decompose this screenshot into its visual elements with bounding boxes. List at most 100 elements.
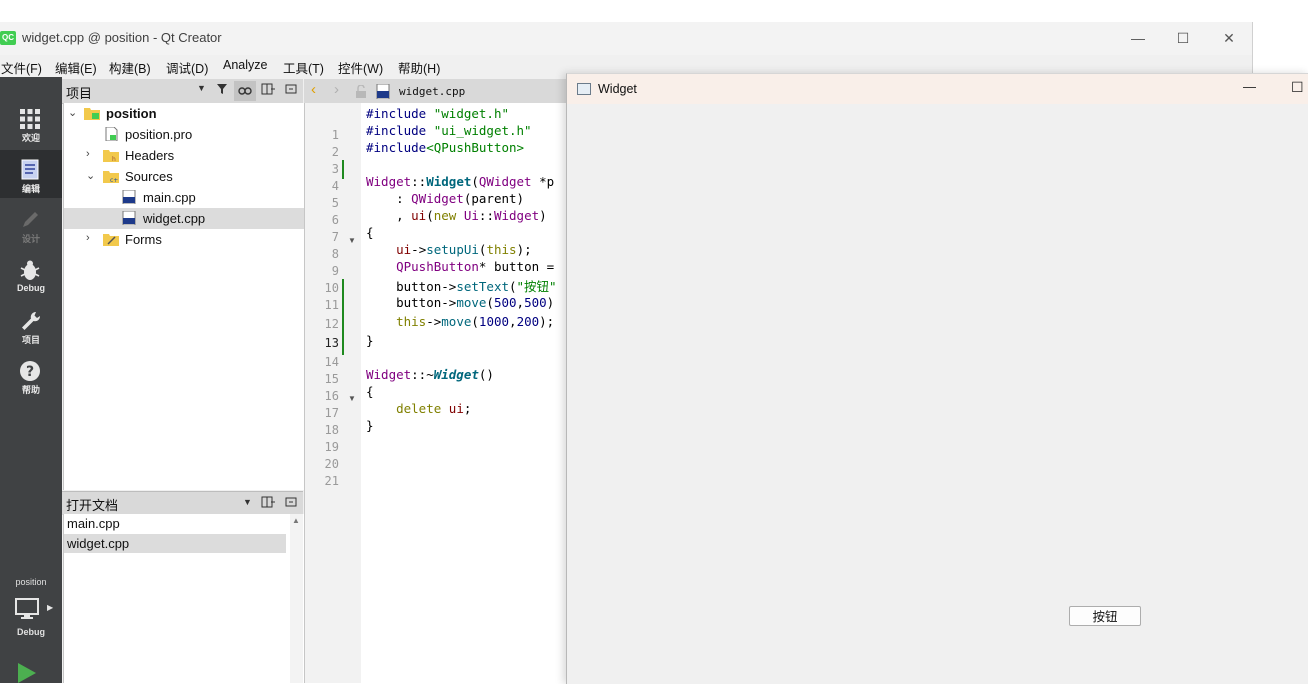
run-icon[interactable] xyxy=(16,662,38,683)
editor-file-tab[interactable]: widget.cpp xyxy=(399,85,465,98)
title-bar[interactable]: QC widget.cpp @ position - Qt Creator — … xyxy=(0,22,1252,55)
qt-creator-logo: QC xyxy=(0,31,16,45)
close-pane-icon[interactable] xyxy=(285,496,297,511)
kit-expand-icon: ▶ xyxy=(47,603,54,612)
document-icon xyxy=(21,159,39,180)
widget-window-title: Widget xyxy=(598,82,637,96)
code-line: } xyxy=(366,333,374,348)
menu-debug[interactable]: 调试(D) xyxy=(166,58,208,77)
code-line: button->setText("按钮" xyxy=(366,279,557,294)
filter-icon[interactable] xyxy=(216,83,228,98)
chevron-down-icon[interactable]: ⌄ xyxy=(86,169,95,182)
menu-help[interactable]: 帮助(H) xyxy=(398,58,440,77)
scrollbar[interactable]: ▲ xyxy=(290,514,303,683)
line-number: 2 xyxy=(331,145,339,159)
line-number: 12 xyxy=(324,317,339,331)
chevron-right-icon[interactable]: › xyxy=(86,148,90,160)
open-doc-main-cpp[interactable]: main.cpp xyxy=(64,514,286,533)
mode-welcome[interactable]: 欢迎 xyxy=(0,99,62,147)
line-number: 16 xyxy=(324,389,339,403)
line-number: 5 xyxy=(331,196,339,210)
fold-marker-icon[interactable]: ▼ xyxy=(348,236,356,245)
tree-item-main-cpp[interactable]: main.cpp xyxy=(64,187,304,208)
open-doc-widget-cpp[interactable]: widget.cpp xyxy=(64,534,286,553)
line-number: 7 xyxy=(331,230,339,244)
tree-item-sources[interactable]: ⌄ c+ Sources xyxy=(64,166,304,187)
back-arrow-icon[interactable]: ‹ xyxy=(311,81,316,98)
fold-marker-icon[interactable]: ▼ xyxy=(348,394,356,403)
open-docs-title[interactable]: 打开文档 xyxy=(66,495,118,514)
code-line: #include "ui_widget.h" xyxy=(366,123,532,138)
doc-label: main.cpp xyxy=(67,516,120,531)
split-icon[interactable] xyxy=(261,83,275,98)
line-number: 9 xyxy=(331,264,339,278)
grid-icon xyxy=(20,109,40,129)
mode-edit[interactable]: 编辑 xyxy=(0,150,62,198)
window-icon xyxy=(577,83,591,95)
tree-item-widget-cpp[interactable]: widget.cpp xyxy=(64,208,304,229)
line-number: 15 xyxy=(324,372,339,386)
project-folder-icon xyxy=(84,108,100,120)
mode-label-design: 设计 xyxy=(21,234,40,244)
tree-item-headers[interactable]: › h Headers xyxy=(64,145,304,166)
tree-label: position xyxy=(106,106,157,121)
maximize-button[interactable]: ☐ xyxy=(1168,26,1198,50)
mode-label-projects: 项目 xyxy=(21,335,40,345)
line-number: 3 xyxy=(331,162,339,176)
close-button[interactable]: ✕ xyxy=(1214,26,1244,50)
bug-icon xyxy=(20,260,40,280)
mode-label-debug: Debug xyxy=(17,283,45,293)
cpp-file-icon xyxy=(376,84,390,99)
tree-label: position.pro xyxy=(125,127,193,142)
menu-tools[interactable]: 工具(T) xyxy=(283,58,324,77)
line-number: 1 xyxy=(331,128,339,142)
mode-help[interactable]: ? 帮助 xyxy=(0,351,62,399)
kit-config: Debug xyxy=(17,627,45,637)
mode-debug[interactable]: Debug xyxy=(0,251,62,299)
dropdown-arrow-icon[interactable]: ▼ xyxy=(197,83,206,93)
menu-analyze[interactable]: Analyze xyxy=(223,58,267,72)
wrench-icon xyxy=(22,311,41,330)
line-number: 17 xyxy=(324,406,339,420)
pencil-icon xyxy=(23,212,38,227)
tree-item-position-pro[interactable]: position.pro xyxy=(64,124,304,145)
widget-minimize-button[interactable]: — xyxy=(1243,79,1256,94)
menu-build[interactable]: 构建(B) xyxy=(109,58,151,77)
project-pane-title[interactable]: 项目 xyxy=(66,83,92,102)
menu-edit[interactable]: 编辑(E) xyxy=(55,58,97,77)
widget-maximize-button[interactable]: ☐ xyxy=(1291,79,1304,96)
editor-toolbar: ‹ › widget.cpp xyxy=(304,79,567,104)
folder-icon: c+ xyxy=(103,171,119,183)
mode-design[interactable]: 设计 xyxy=(0,200,62,248)
close-pane-icon[interactable] xyxy=(285,83,297,98)
chevron-right-icon[interactable]: › xyxy=(86,232,90,244)
change-marker xyxy=(342,279,344,355)
split-icon[interactable] xyxy=(261,496,275,511)
kit-selector[interactable]: ▶ Debug xyxy=(0,593,62,639)
line-number: 21 xyxy=(324,474,339,488)
mode-label-edit: 编辑 xyxy=(21,184,40,194)
mode-projects[interactable]: 项目 xyxy=(0,301,62,349)
scroll-up-icon[interactable]: ▲ xyxy=(292,516,300,525)
link-editor-icon[interactable] xyxy=(234,81,256,101)
widget-window: Widget — ☐ 按钮 xyxy=(566,73,1308,684)
minimize-button[interactable]: — xyxy=(1123,26,1153,50)
menu-controls[interactable]: 控件(W) xyxy=(338,58,383,77)
kit-project-name: position xyxy=(15,577,47,587)
project-tree: ⌄ position position.pro › h Headers ⌄ c+… xyxy=(63,103,305,490)
help-icon: ? xyxy=(20,361,40,381)
chevron-down-icon[interactable]: ⌄ xyxy=(68,106,77,119)
open-docs-list: main.cpp widget.cpp ▲ xyxy=(63,514,305,683)
lock-icon[interactable] xyxy=(355,85,367,98)
push-button[interactable]: 按钮 xyxy=(1069,606,1141,626)
tree-item-position[interactable]: ⌄ position xyxy=(64,103,304,124)
line-number: 14 xyxy=(324,355,339,369)
code-line: button->move(500,500) xyxy=(366,295,555,310)
menu-file[interactable]: 文件(F) xyxy=(1,58,42,77)
dropdown-arrow-icon[interactable]: ▼ xyxy=(243,497,252,507)
line-number: 8 xyxy=(331,247,339,261)
code-editor[interactable]: #include "widget.h" #include "ui_widget.… xyxy=(361,103,567,683)
forward-arrow-icon[interactable]: › xyxy=(334,81,339,98)
tree-item-forms[interactable]: › Forms xyxy=(64,229,304,250)
widget-title-bar[interactable]: Widget — ☐ xyxy=(567,74,1308,104)
